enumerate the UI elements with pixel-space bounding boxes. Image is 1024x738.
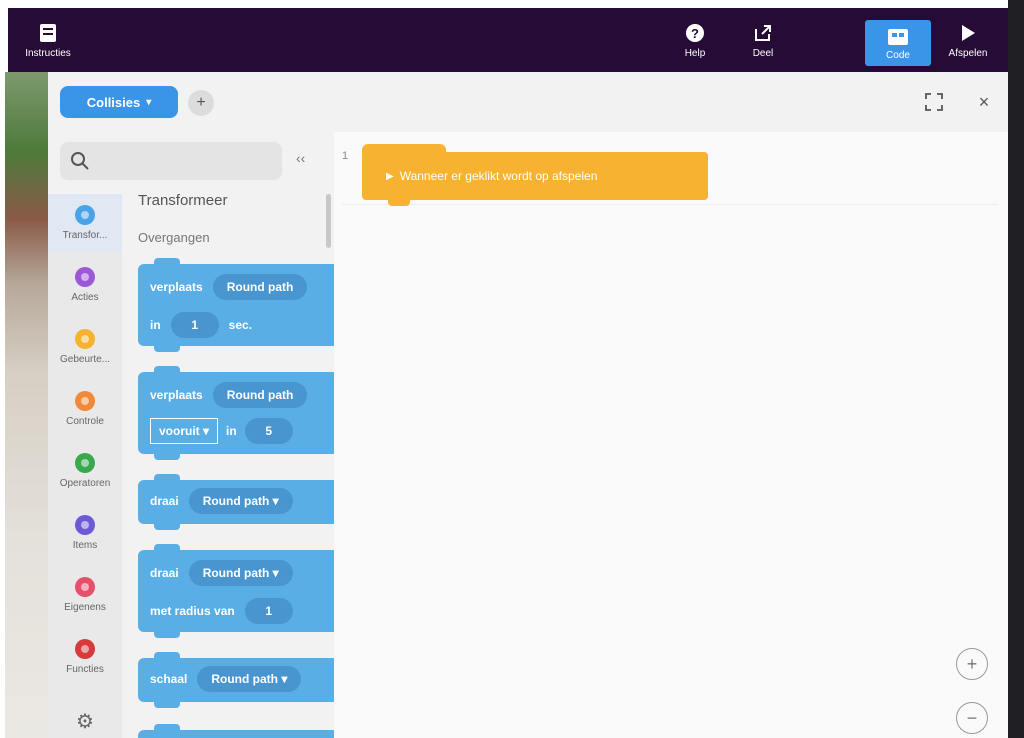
block-palette: Transformeer Overgangen verplaats Round … (122, 180, 334, 738)
block-move-direction[interactable]: verplaats Round path vooruit ▾ in 5 (138, 366, 334, 460)
category-label: Eigenens (64, 602, 106, 613)
target-dropdown[interactable]: Round path ▾ (188, 488, 293, 514)
category-icon (75, 267, 95, 287)
category-item[interactable]: Transfor... (48, 194, 122, 252)
radius-input[interactable]: 1 (244, 598, 293, 624)
palette-scrollbar[interactable] (326, 194, 331, 248)
collection-dropdown[interactable]: Collisies ▾ (60, 86, 178, 118)
block-rotate[interactable]: draai Round path ▾ (138, 474, 334, 530)
category-icon (75, 329, 95, 349)
category-item[interactable]: Functies (48, 628, 122, 686)
collapse-palette-button[interactable]: ‹‹ (296, 150, 305, 166)
category-icon (75, 391, 95, 411)
target-value: Round path (202, 494, 270, 508)
category-label: Acties (71, 292, 99, 303)
play-icon: ▶ (386, 170, 394, 182)
duration-input[interactable]: 5 (244, 418, 293, 444)
category-label: Operatoren (59, 478, 111, 489)
zoom-in-button[interactable]: + (956, 648, 988, 680)
direction-value: vooruit (159, 424, 200, 438)
block-verb: draai (150, 566, 179, 580)
background-photo (5, 72, 50, 738)
top-bar: Instructies ? Help Deel Code Afspelen (8, 8, 1008, 72)
event-label: Wanneer er geklikt wordt op afspelen (399, 169, 598, 183)
direction-dropdown[interactable]: vooruit ▾ (150, 418, 219, 444)
share-label: Deel (752, 47, 774, 59)
instructions-icon (37, 22, 59, 44)
help-icon: ? (684, 22, 706, 44)
window-edge (1008, 0, 1024, 738)
target-dropdown[interactable]: Round path ▾ (197, 666, 302, 692)
zoom-out-button[interactable]: − (956, 702, 988, 734)
expand-icon[interactable] (922, 90, 946, 114)
event-block[interactable]: ▶ Wanneer er geklikt wordt op afspelen (362, 144, 708, 206)
instructions-button[interactable]: Instructies (16, 8, 80, 72)
category-icon (75, 577, 95, 597)
block-verb: verplaats (150, 280, 203, 294)
gear-icon[interactable]: ⚙ (48, 704, 122, 738)
category-icon (75, 453, 95, 473)
target-dropdown[interactable]: Round path ▾ (188, 560, 293, 586)
code-label: Code (886, 49, 910, 61)
block-move-timed[interactable]: verplaats Round path in 1 sec. (138, 258, 334, 352)
target-dropdown[interactable]: Round path (212, 274, 308, 300)
category-icon (75, 205, 95, 225)
target-dropdown[interactable]: Round path (212, 382, 308, 408)
category-label: Functies (66, 664, 104, 675)
help-button[interactable]: ? Help (668, 8, 722, 72)
category-item[interactable]: Acties (48, 256, 122, 314)
share-button[interactable]: Deel (736, 8, 790, 72)
block-in-label: in (150, 318, 161, 332)
block-partial[interactable] (138, 724, 334, 738)
code-button[interactable]: Code (865, 20, 931, 66)
help-label: Help (684, 47, 706, 59)
block-scale[interactable]: schaal Round path ▾ (138, 652, 334, 708)
category-label: Items (72, 540, 98, 551)
block-rotate-radius[interactable]: draai Round path ▾ met radius van 1 (138, 544, 334, 638)
play-icon (957, 22, 979, 44)
close-button[interactable]: × (972, 90, 996, 114)
instructions-label: Instructies (25, 47, 71, 59)
svg-text:?: ? (691, 26, 699, 41)
category-item[interactable]: Controle (48, 380, 122, 438)
category-item[interactable]: Gebeurte... (48, 318, 122, 376)
unit-label: sec. (228, 318, 253, 332)
block-in-label: in (226, 424, 237, 438)
category-item[interactable]: Operatoren (48, 442, 122, 500)
code-panel: Collisies ▾ + × ‹‹ Transfor... Acties Gebe… (48, 72, 1008, 738)
category-label: Transfor... (62, 230, 108, 241)
target-value: Round path (202, 566, 270, 580)
palette-subtitle: Overgangen (138, 230, 210, 245)
category-label: Controle (66, 416, 104, 427)
search-input[interactable] (60, 142, 282, 180)
category-icon (75, 639, 95, 659)
add-button[interactable]: + (188, 90, 214, 116)
block-verb: verplaats (150, 388, 203, 402)
share-icon (752, 22, 774, 44)
category-item[interactable]: Eigenens (48, 566, 122, 624)
play-label: Afspelen (948, 47, 988, 59)
code-canvas[interactable]: 1 ▶ Wanneer er geklikt wordt op afspelen… (334, 132, 1008, 738)
chevron-down-icon: ▾ (146, 96, 152, 108)
line-number: 1 (342, 150, 349, 162)
canvas-divider (342, 204, 998, 205)
block-verb: schaal (150, 672, 188, 686)
target-value: Round path (211, 672, 279, 686)
block-verb: draai (150, 494, 179, 508)
category-label: Gebeurte... (59, 354, 111, 365)
category-item[interactable]: Items (48, 504, 122, 562)
category-list: Transfor... Acties Gebeurte... Controle Oper… (48, 194, 122, 738)
collection-label: Collisies (86, 94, 141, 110)
category-icon (75, 515, 95, 535)
radius-label: met radius van (150, 604, 235, 618)
palette-title: Transformeer (138, 192, 228, 209)
duration-input[interactable]: 1 (170, 312, 219, 338)
play-button[interactable]: Afspelen (938, 8, 998, 72)
panel-header: Collisies ▾ + × (48, 72, 1008, 132)
code-icon (887, 26, 909, 48)
search-icon (70, 151, 90, 171)
